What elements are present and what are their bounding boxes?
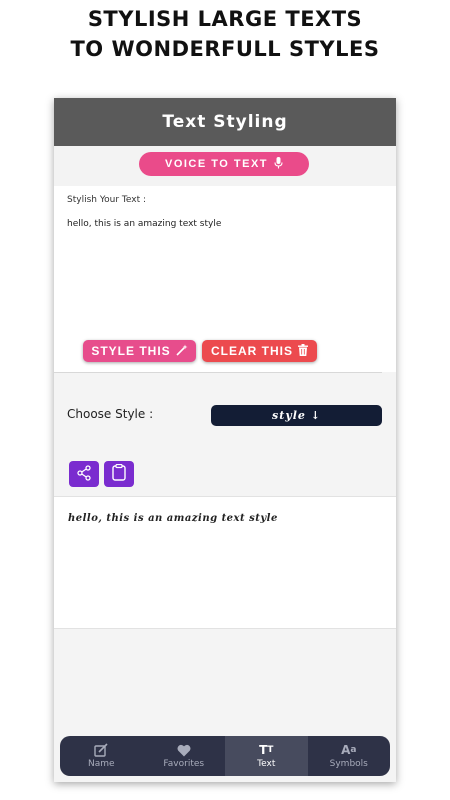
section-divider <box>54 372 382 373</box>
share-icon <box>76 464 92 484</box>
text-input[interactable]: hello, this is an amazing text style <box>67 219 221 229</box>
style-this-button[interactable]: STYLE THIS <box>83 340 196 362</box>
nav-label-symbols: Symbols <box>329 759 368 769</box>
text-input-card: Stylish Your Text : hello, this is an am… <box>54 186 396 372</box>
clipboard-icon <box>112 463 126 484</box>
text-size-icon: TT <box>259 743 274 757</box>
input-label: Stylish Your Text : <box>67 195 146 205</box>
nav-label-name: Name <box>87 759 115 769</box>
microphone-icon <box>274 156 283 172</box>
nav-label-favorites: Favorites <box>163 759 205 769</box>
nav-item-text[interactable]: TT Text <box>225 736 308 776</box>
style-dropdown[interactable]: style ↓ <box>211 405 382 426</box>
heart-icon <box>177 743 191 757</box>
app-title: Text Styling <box>162 112 288 132</box>
style-this-label: STYLE THIS <box>91 344 171 358</box>
promo-heading: STYLISH LARGE TEXTS TO WONDERFULL STYLES <box>0 4 450 64</box>
magic-wand-icon <box>176 344 188 359</box>
promo-line-1: STYLISH LARGE TEXTS <box>87 7 363 31</box>
bottom-navigation: Name Favorites TT Text Aa Symbols <box>60 736 390 776</box>
nav-item-symbols[interactable]: Aa Symbols <box>308 736 391 776</box>
voice-section: VOICE TO TEXT <box>54 146 396 186</box>
app-bar: Text Styling <box>54 98 396 146</box>
voice-to-text-button[interactable]: VOICE TO TEXT <box>139 152 309 176</box>
font-aa-icon: Aa <box>341 743 357 757</box>
edit-icon <box>94 743 108 757</box>
nav-item-name[interactable]: Name <box>60 736 143 776</box>
copy-button[interactable] <box>104 461 134 487</box>
nav-label-text: Text <box>257 759 276 769</box>
share-button[interactable] <box>69 461 99 487</box>
choose-style-label: Choose Style : <box>67 407 154 421</box>
app-screen: Text Styling VOICE TO TEXT Stylish Your … <box>54 98 396 782</box>
voice-to-text-label: VOICE TO TEXT <box>164 158 269 170</box>
trash-icon <box>298 343 308 359</box>
clear-this-label: CLEAR THIS <box>211 344 293 358</box>
clear-this-button[interactable]: CLEAR THIS <box>202 340 317 362</box>
styled-output-card: hello, this is an amazing text style <box>54 496 396 629</box>
promo-line-2: TO WONDERFULL STYLES <box>70 37 380 61</box>
nav-item-favorites[interactable]: Favorites <box>143 736 226 776</box>
styled-output-text[interactable]: hello, this is an amazing text style <box>68 513 278 524</box>
